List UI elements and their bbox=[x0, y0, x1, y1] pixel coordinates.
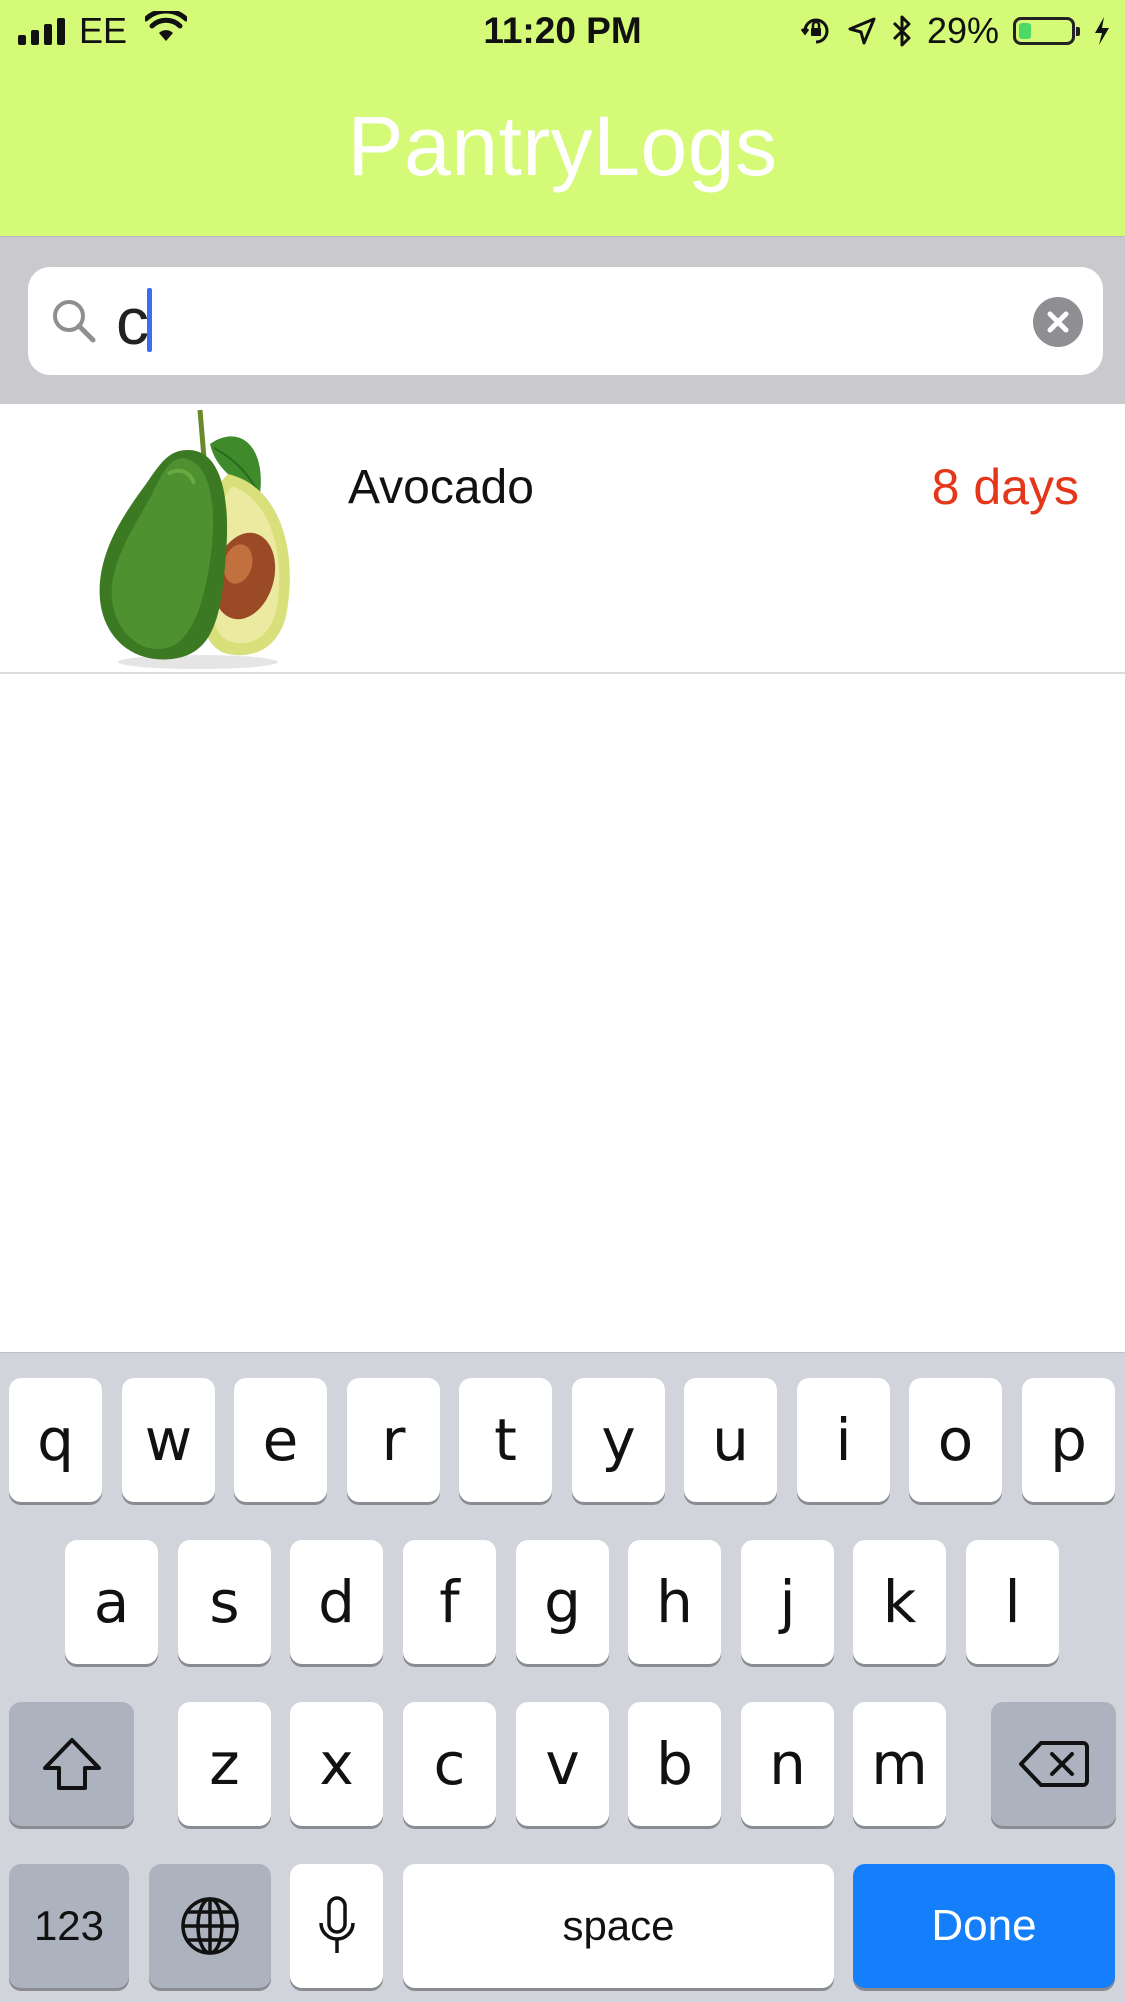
globe-icon bbox=[181, 1897, 239, 1955]
key-b[interactable]: b bbox=[628, 1702, 721, 1826]
key-e[interactable]: e bbox=[234, 1378, 327, 1502]
key-z[interactable]: z bbox=[178, 1702, 271, 1826]
key-y[interactable]: y bbox=[572, 1378, 665, 1502]
numbers-key[interactable]: 123 bbox=[9, 1864, 129, 1988]
key-i[interactable]: i bbox=[797, 1378, 890, 1502]
globe-key[interactable] bbox=[149, 1864, 271, 1988]
item-days-remaining: 8 days bbox=[931, 459, 1079, 515]
key-v[interactable]: v bbox=[516, 1702, 609, 1826]
space-key[interactable]: space bbox=[403, 1864, 834, 1988]
key-p[interactable]: p bbox=[1022, 1378, 1115, 1502]
list-item[interactable]: Avocado 8 days bbox=[0, 404, 1125, 674]
location-arrow-icon bbox=[847, 16, 877, 46]
key-g[interactable]: g bbox=[516, 1540, 609, 1664]
orientation-lock-icon bbox=[799, 14, 833, 48]
key-q[interactable]: q bbox=[9, 1378, 102, 1502]
clear-icon[interactable] bbox=[1033, 297, 1083, 347]
key-x[interactable]: x bbox=[290, 1702, 383, 1826]
key-m[interactable]: m bbox=[853, 1702, 946, 1826]
text-cursor bbox=[147, 288, 152, 352]
done-button[interactable]: Done bbox=[853, 1864, 1115, 1988]
key-h[interactable]: h bbox=[628, 1540, 721, 1664]
search-value: c bbox=[116, 283, 152, 359]
status-bar: EE 11:20 PM 29% bbox=[0, 0, 1125, 62]
backspace-icon bbox=[1018, 1741, 1089, 1787]
key-t[interactable]: t bbox=[459, 1378, 552, 1502]
key-s[interactable]: s bbox=[178, 1540, 271, 1664]
battery-icon bbox=[1013, 17, 1080, 45]
key-u[interactable]: u bbox=[684, 1378, 777, 1502]
microphone-key[interactable] bbox=[290, 1864, 383, 1988]
key-n[interactable]: n bbox=[741, 1702, 834, 1826]
search-input[interactable]: c bbox=[28, 267, 1103, 375]
charging-bolt-icon bbox=[1093, 16, 1111, 46]
item-name: Avocado bbox=[348, 461, 534, 514]
key-w[interactable]: w bbox=[122, 1378, 215, 1502]
search-bar: c bbox=[0, 236, 1125, 405]
key-l[interactable]: l bbox=[966, 1540, 1059, 1664]
key-a[interactable]: a bbox=[65, 1540, 158, 1664]
key-k[interactable]: k bbox=[853, 1540, 946, 1664]
battery-percent: 29% bbox=[926, 10, 999, 51]
key-j[interactable]: j bbox=[741, 1540, 834, 1664]
key-r[interactable]: r bbox=[347, 1378, 440, 1502]
microphone-icon bbox=[318, 1896, 355, 1953]
shift-key[interactable] bbox=[9, 1702, 134, 1826]
key-f[interactable]: f bbox=[403, 1540, 496, 1664]
key-o[interactable]: o bbox=[909, 1378, 1002, 1502]
avocado-image bbox=[99, 409, 290, 669]
app-title: PantryLogs bbox=[347, 99, 778, 193]
backspace-key[interactable] bbox=[991, 1702, 1116, 1826]
key-c[interactable]: c bbox=[403, 1702, 496, 1826]
search-icon bbox=[53, 300, 96, 343]
keyboard: q w e r t y u i o p a s d f g h j k l z … bbox=[0, 1352, 1125, 2002]
bluetooth-icon bbox=[891, 14, 913, 48]
key-d[interactable]: d bbox=[290, 1540, 383, 1664]
header-bar: EE 11:20 PM 29% PantryLogs bbox=[0, 0, 1125, 236]
shift-icon bbox=[42, 1738, 101, 1790]
